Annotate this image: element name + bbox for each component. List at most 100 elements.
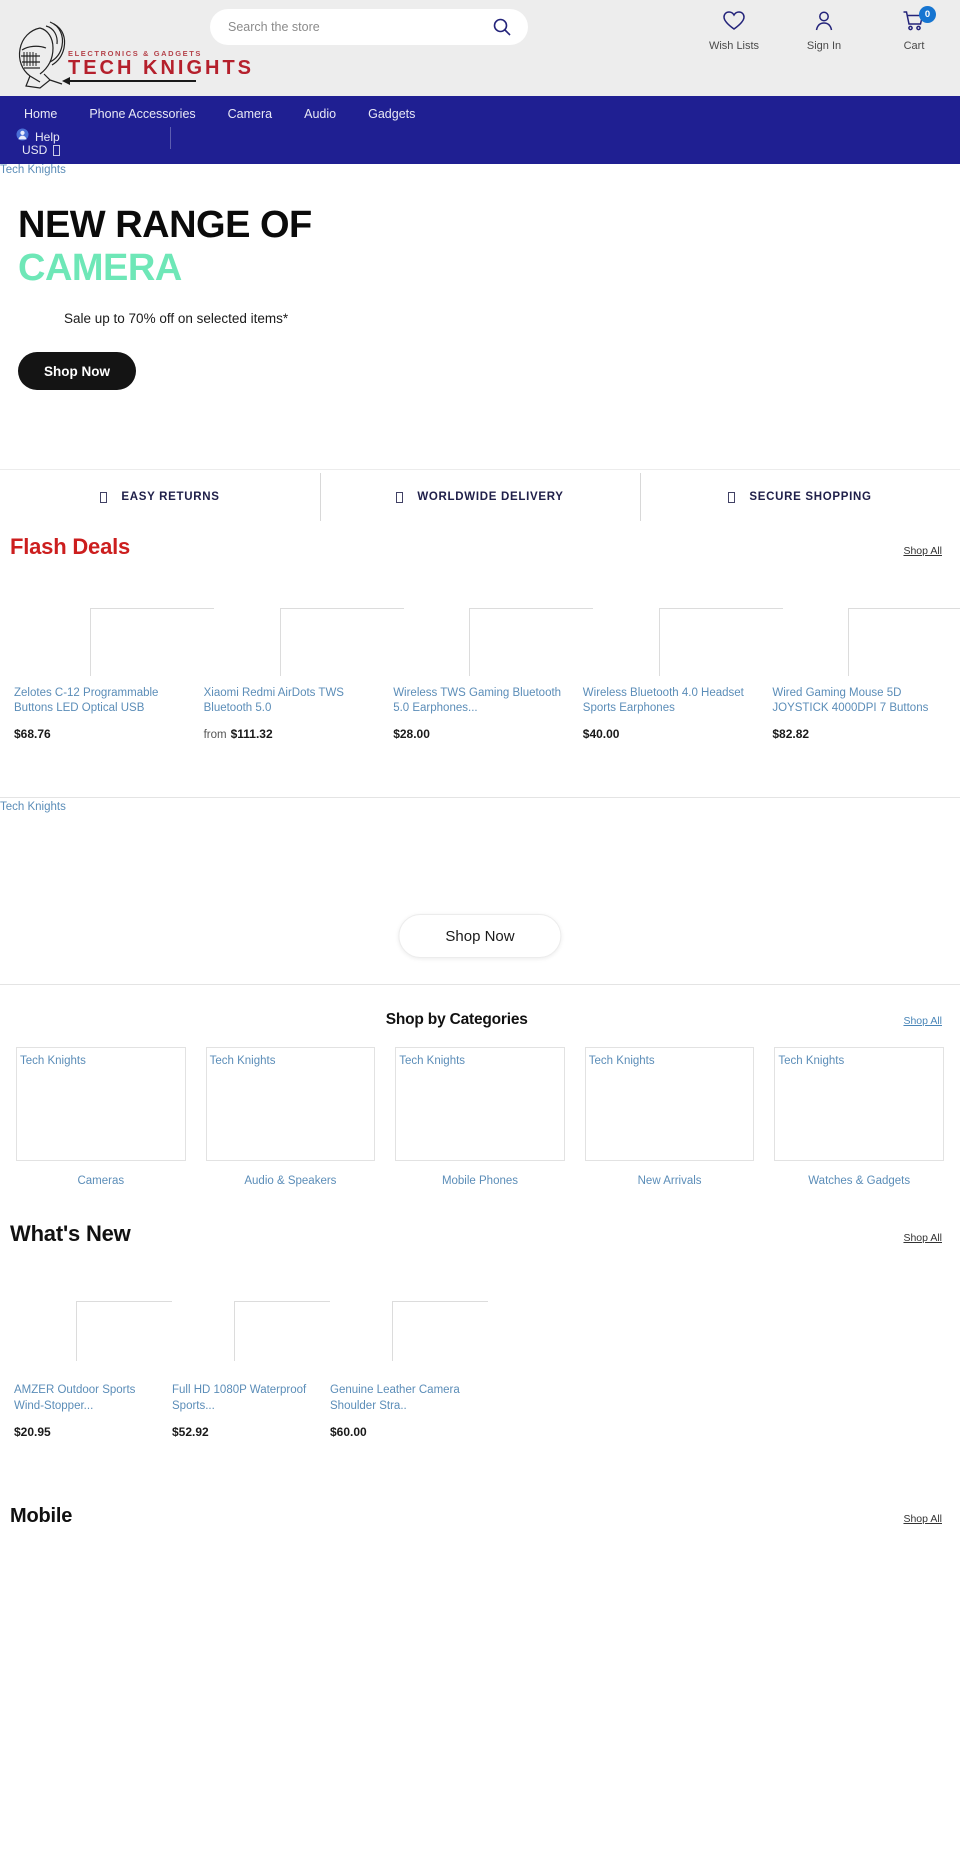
user-icon [813,10,835,37]
hero-banner[interactable]: Tech Knights NEW RANGE OF CAMERA Sale up… [0,164,960,470]
product-title[interactable]: Full HD 1080P Waterproof Sports... [172,1383,314,1414]
product-price: $60.00 [330,1425,472,1439]
category-image-alt: Tech Knights [588,1055,655,1067]
product-card[interactable]: Genuine Leather Camera Shoulder Stra.. $… [322,1261,488,1439]
benefit-label: EASY RETURNS [121,491,220,503]
cart-count-badge: 0 [919,6,936,23]
mobile-section-shop-all-link[interactable]: Shop All [903,1513,942,1525]
category-row: Tech Knights Cameras Tech Knights Audio … [0,1033,960,1187]
flash-deals-product-row: Zelotes C-12 Programmable Buttons LED Op… [0,564,960,741]
benefits-bar: EASY RETURNS WORLDWIDE DELIVERY SECURE S… [0,470,960,524]
help-label: Help [35,130,60,144]
sign-in-button[interactable]: Sign In [796,10,852,52]
product-card[interactable]: Wireless TWS Gaming Bluetooth 5.0 Earpho… [385,564,594,741]
nav-item-home[interactable]: Home [8,107,73,121]
product-image [172,1261,330,1373]
product-card[interactable]: Zelotes C-12 Programmable Buttons LED Op… [6,564,214,741]
category-image: Tech Knights [395,1047,565,1161]
product-price: $28.00 [393,727,567,741]
mobile-section-header: Mobile Shop All [0,1439,960,1532]
nav-item-audio[interactable]: Audio [288,107,352,121]
price-value: $82.82 [772,727,810,741]
product-price: from $111.32 [204,727,378,741]
categories-shop-all-link[interactable]: Shop All [903,1015,942,1027]
product-title[interactable]: AMZER Outdoor Sports Wind-Stopper... [14,1383,156,1414]
flash-deals-title: Flash Deals [10,534,131,559]
category-card[interactable]: Tech Knights Watches & Gadgets [764,1047,954,1187]
price-value: $28.00 [393,727,430,741]
category-image: Tech Knights [205,1047,376,1161]
category-image-alt: Tech Knights [778,1055,845,1067]
header-actions: Wish Lists Sign In 0 Cart [706,6,942,52]
nav-item-gadgets[interactable]: Gadgets [352,107,431,121]
nav-divider [170,127,171,149]
product-price: $68.76 [14,727,188,741]
product-title[interactable]: Wireless Bluetooth 4.0 Headset Sports Ea… [583,686,757,716]
category-card[interactable]: Tech Knights Audio & Speakers [196,1047,386,1187]
hero-shop-now-button[interactable]: Shop Now [18,352,136,391]
product-card[interactable]: Wired Gaming Mouse 5D JOYSTICK 4000DPI 7… [764,564,960,741]
product-title[interactable]: Wired Gaming Mouse 5D JOYSTICK 4000DPI 7… [772,686,946,716]
whats-new-header: What's New Shop All [0,1187,960,1251]
hero-title-line2: CAMERA [18,246,182,289]
benefit-label: SECURE SHOPPING [749,491,872,503]
site-logo[interactable]: ELECTRONICS & GADGETS TECH KNIGHTS [0,0,251,96]
search-input[interactable] [228,20,490,34]
product-card[interactable]: Full HD 1080P Waterproof Sports... $52.9… [164,1261,330,1439]
promo-banner[interactable]: Tech Knights Shop Now [0,797,960,985]
product-card[interactable]: Xiaomi Redmi AirDots TWS Bluetooth 5.0 f… [196,564,404,741]
product-image [583,564,783,676]
category-label[interactable]: Mobile Phones [395,1175,565,1187]
product-image [14,1261,172,1373]
product-image [204,564,404,676]
product-card[interactable]: Wireless Bluetooth 4.0 Headset Sports Ea… [575,564,783,741]
product-image [330,1261,488,1373]
whats-new-title: What's New [10,1221,131,1246]
category-card[interactable]: Tech Knights New Arrivals [575,1047,765,1187]
promo-image-alt: Tech Knights [0,801,66,813]
promo-shop-now-button[interactable]: Shop Now [398,914,562,958]
product-title[interactable]: Zelotes C-12 Programmable Buttons LED Op… [14,686,188,716]
product-title[interactable]: Xiaomi Redmi AirDots TWS Bluetooth 5.0 [204,686,378,716]
nav-item-phone-accessories[interactable]: Phone Accessories [73,107,211,121]
category-image-alt: Tech Knights [399,1055,466,1067]
price-value: $20.95 [14,1425,51,1439]
cart-button[interactable]: 0 Cart [886,6,942,52]
currency-label: USD [22,143,48,157]
product-title[interactable]: Wireless TWS Gaming Bluetooth 5.0 Earpho… [393,686,567,716]
category-card[interactable]: Tech Knights Cameras [6,1047,196,1187]
wish-lists-label: Wish Lists [708,40,760,52]
main-navigation: Home Phone Accessories Camera Audio Gadg… [0,96,960,164]
product-image [393,564,594,676]
globe-truck-icon [396,491,404,503]
categories-header: Shop by Categories Shop All [0,985,960,1033]
wish-lists-button[interactable]: Wish Lists [706,10,762,52]
price-value: $111.32 [230,727,273,741]
search-bar[interactable] [210,9,528,45]
category-label[interactable]: New Arrivals [585,1175,755,1187]
category-label[interactable]: Audio & Speakers [206,1175,376,1187]
chevron-down-icon [53,144,61,156]
category-label[interactable]: Cameras [16,1175,186,1187]
benefit-label: WORLDWIDE DELIVERY [417,491,564,503]
site-header: ELECTRONICS & GADGETS TECH KNIGHTS Wish … [0,0,960,96]
category-image: Tech Knights [16,1047,186,1161]
product-card[interactable]: AMZER Outdoor Sports Wind-Stopper... $20… [6,1261,172,1439]
nav-secondary-row: Help USD [0,121,960,157]
hero-content: NEW RANGE OF CAMERA Sale up to 70% off o… [0,164,960,391]
product-image [14,564,214,676]
whats-new-shop-all-link[interactable]: Shop All [903,1232,942,1244]
price-prefix: from [203,729,227,741]
nav-item-camera[interactable]: Camera [212,107,288,121]
product-image [772,564,960,676]
flash-deals-shop-all-link[interactable]: Shop All [903,545,942,557]
benefit-secure-shopping: SECURE SHOPPING [640,470,960,524]
search-icon[interactable] [490,17,514,37]
product-price: $82.82 [772,727,946,741]
product-title[interactable]: Genuine Leather Camera Shoulder Stra.. [330,1383,472,1414]
category-image: Tech Knights [774,1047,944,1161]
currency-selector[interactable]: USD [22,143,61,157]
category-card[interactable]: Tech Knights Mobile Phones [385,1047,575,1187]
benefit-easy-returns: EASY RETURNS [0,470,320,524]
category-label[interactable]: Watches & Gadgets [774,1175,944,1187]
